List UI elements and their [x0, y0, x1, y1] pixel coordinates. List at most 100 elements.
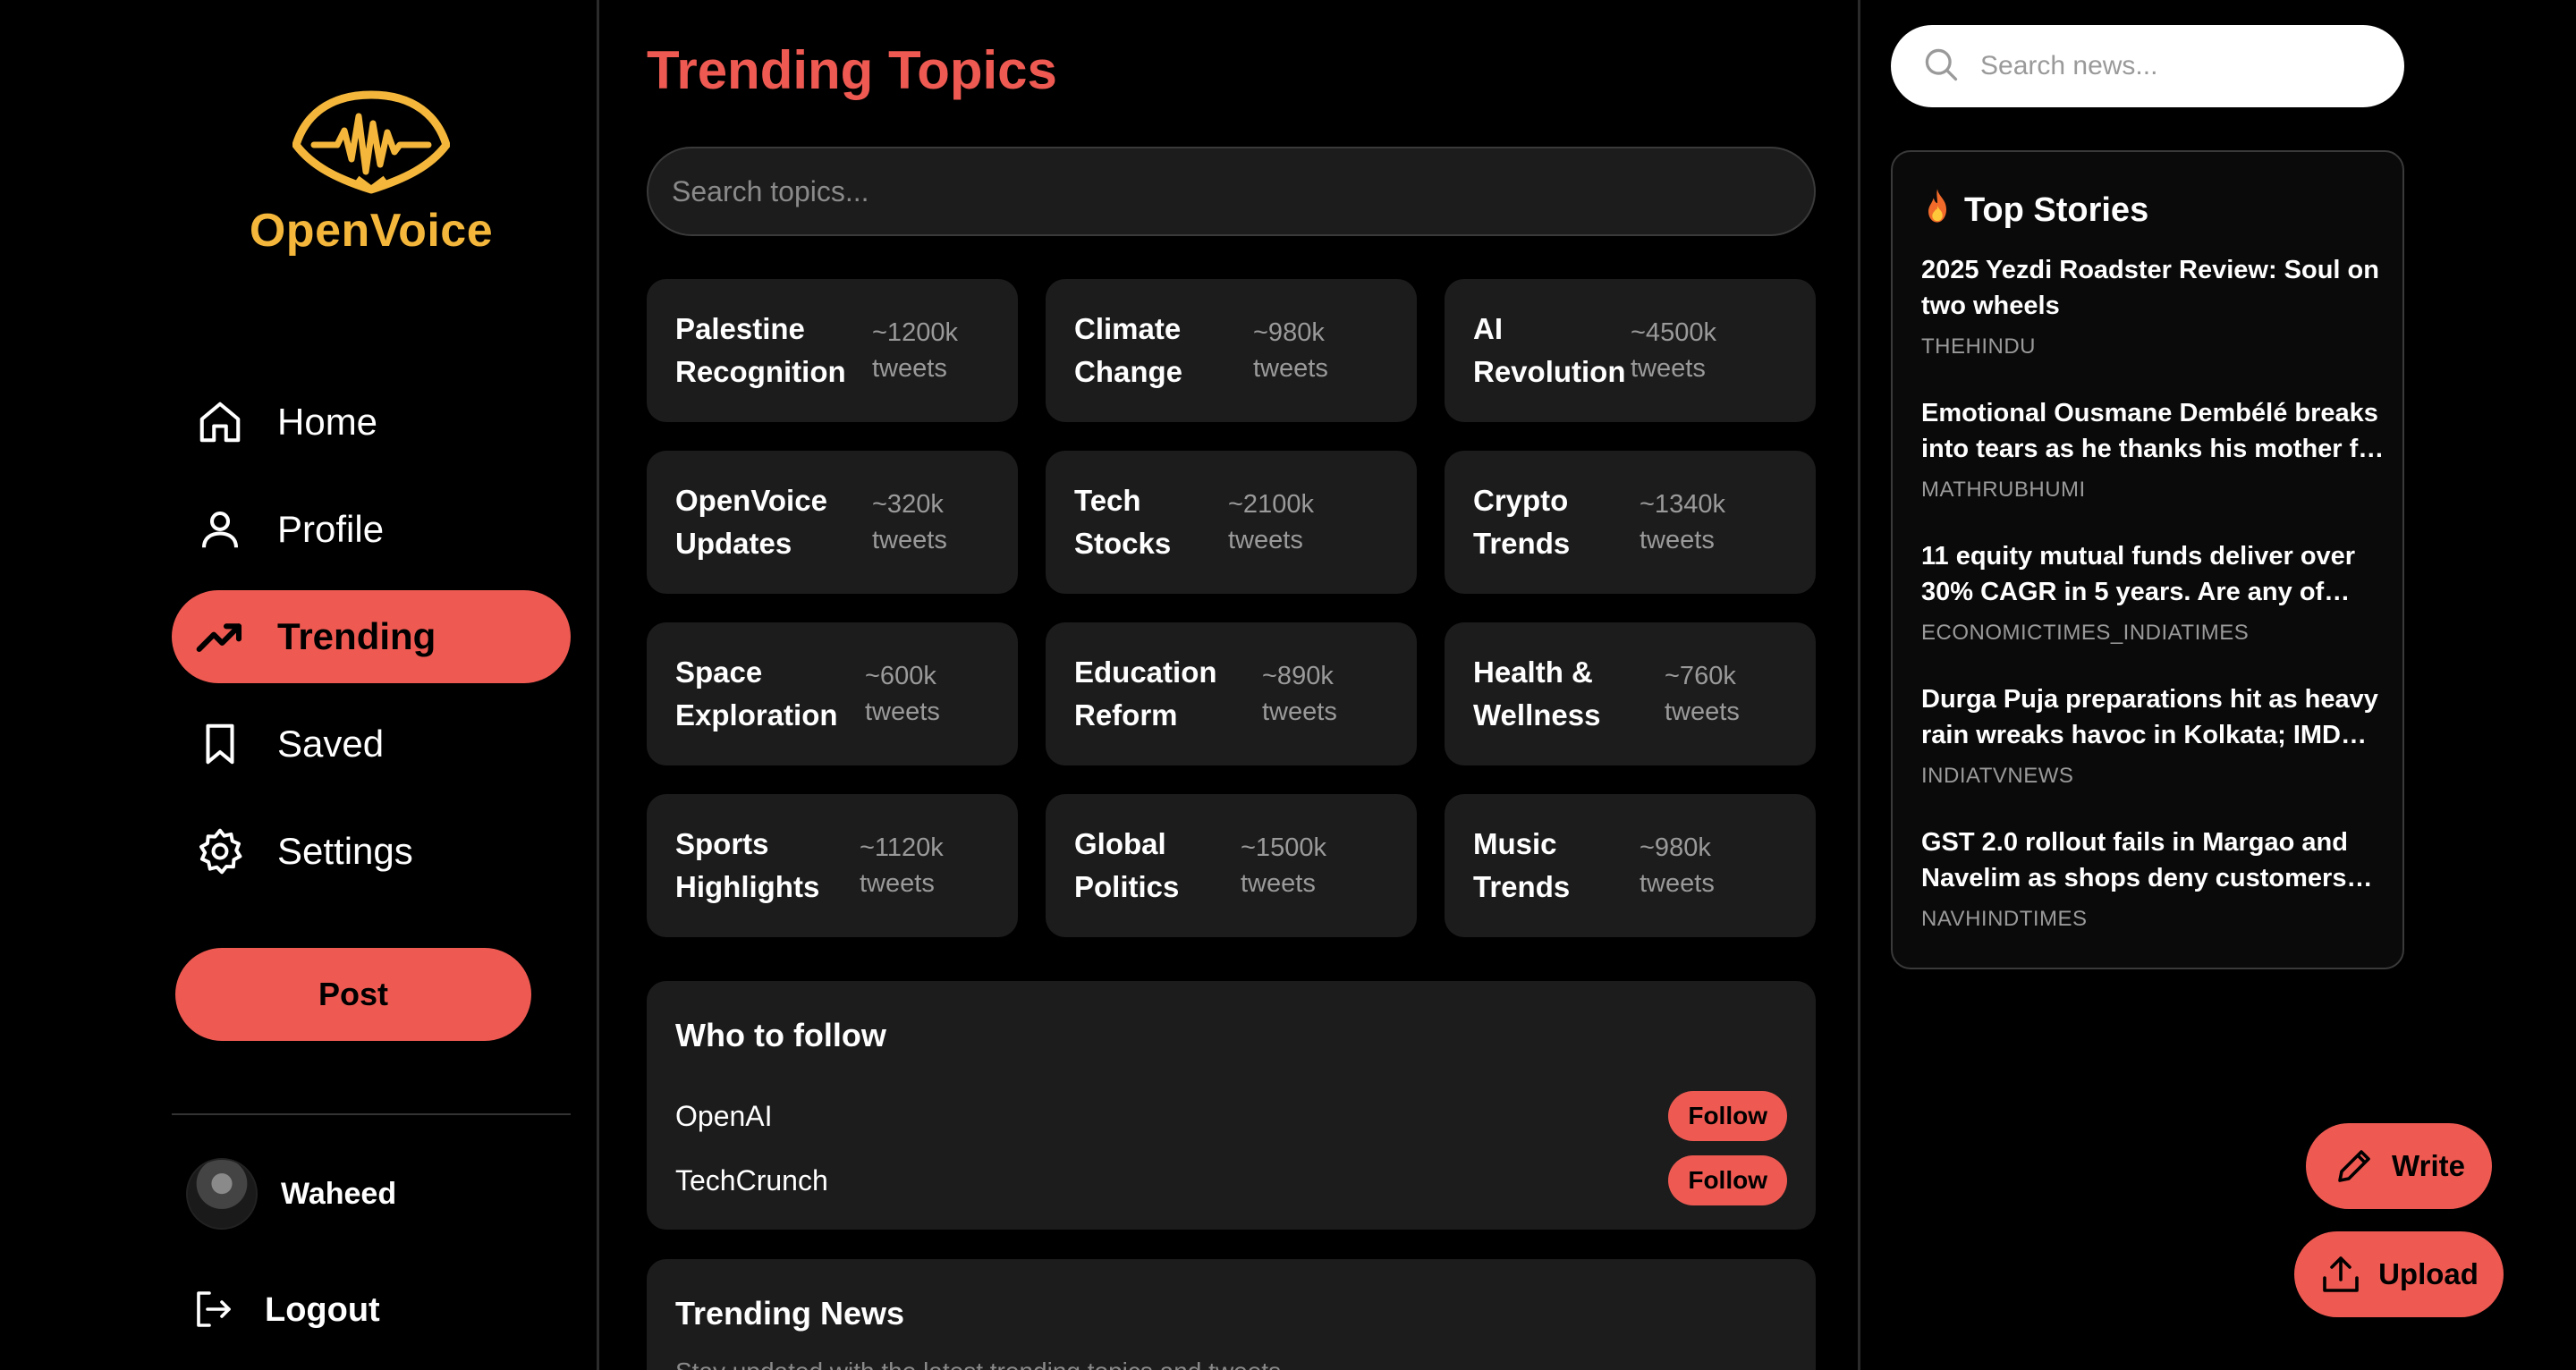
topic-unit: tweets	[872, 526, 947, 554]
topic-name: AI Revolution	[1473, 312, 1626, 388]
topic-stats: ~4500k tweets	[1631, 315, 1716, 386]
topic-count: ~980k	[1253, 318, 1325, 347]
topic-count: ~1200k	[872, 318, 958, 347]
story-item[interactable]: 2025 Yezdi Roadster Review: Soul on two …	[1921, 252, 2386, 359]
nav-item-profile[interactable]: Profile	[172, 483, 571, 576]
topic-card[interactable]: AI Revolution ~4500k tweets	[1445, 279, 1816, 422]
topic-card[interactable]: Global Politics ~1500k tweets	[1046, 794, 1417, 937]
user-name: Waheed	[281, 1176, 397, 1211]
topic-name: Music Trends	[1473, 827, 1571, 903]
avatar	[186, 1158, 258, 1230]
fire-icon	[1921, 188, 1953, 233]
upload-button[interactable]: Upload	[2294, 1231, 2504, 1317]
topic-name: Global Politics	[1074, 827, 1180, 903]
topic-unit: tweets	[1640, 869, 1715, 898]
pencil-icon	[2338, 1150, 2370, 1182]
top-stories-title: Top Stories	[1964, 190, 2149, 229]
story-item[interactable]: Emotional Ousmane Dembélé breaks into te…	[1921, 395, 2386, 503]
trending-icon	[195, 612, 245, 662]
topic-card[interactable]: Climate Change ~980k tweets	[1046, 279, 1417, 422]
top-stories-panel: Top Stories 2025 Yezdi Roadster Review: …	[1891, 150, 2404, 969]
nav-item-saved[interactable]: Saved	[172, 698, 571, 791]
app-root: OpenVoice Home Profile Trending Saved Se…	[0, 0, 2576, 1370]
topic-search-input[interactable]	[647, 147, 1816, 236]
soundwave-logo-icon	[292, 90, 450, 194]
story-source: THEHINDU	[1921, 334, 2036, 359]
news-search-box[interactable]	[1891, 25, 2404, 107]
user-icon	[195, 504, 245, 554]
write-label: Write	[2392, 1149, 2465, 1182]
topic-card[interactable]: Crypto Trends ~1340k tweets	[1445, 451, 1816, 594]
topic-name: Health & Wellness	[1473, 655, 1601, 732]
who-to-follow-title: Who to follow	[675, 1017, 886, 1053]
topic-card[interactable]: Education Reform ~890k tweets	[1046, 622, 1417, 765]
gear-icon	[195, 826, 245, 876]
topic-card[interactable]: OpenVoice Updates ~320k tweets	[647, 451, 1018, 594]
topic-card[interactable]: Health & Wellness ~760k tweets	[1445, 622, 1816, 765]
topic-unit: tweets	[872, 354, 947, 383]
page-title: Trending Topics	[647, 40, 1057, 100]
who-to-follow-panel: Who to follow OpenAI Follow TechCrunch F…	[647, 981, 1816, 1230]
topic-unit: tweets	[1241, 869, 1316, 898]
topic-stats: ~760k tweets	[1665, 658, 1740, 730]
nav-item-home[interactable]: Home	[172, 376, 571, 469]
topic-card[interactable]: Sports Highlights ~1120k tweets	[647, 794, 1018, 937]
topic-stats: ~1340k tweets	[1640, 486, 1725, 558]
topic-name: OpenVoice Updates	[675, 484, 827, 560]
write-button[interactable]: Write	[2306, 1123, 2492, 1209]
topic-unit: tweets	[1665, 698, 1740, 726]
topic-count: ~980k	[1640, 833, 1711, 862]
nav-item-label: Trending	[277, 615, 436, 657]
brand-logo[interactable]: OpenVoice	[242, 89, 501, 258]
nav-item-label: Home	[277, 401, 378, 443]
story-title: GST 2.0 rollout fails in Margao and Nave…	[1921, 828, 2348, 892]
nav-item-settings[interactable]: Settings	[172, 805, 571, 898]
topic-unit: tweets	[1640, 526, 1715, 554]
account-name[interactable]: OpenAI	[675, 1100, 773, 1133]
upload-icon	[2323, 1256, 2359, 1292]
post-button[interactable]: Post	[175, 948, 531, 1041]
sidebar-divider	[172, 1113, 571, 1115]
story-item[interactable]: 11 equity mutual funds deliver over 30% …	[1921, 538, 2386, 646]
topic-card[interactable]: Space Exploration ~600k tweets	[647, 622, 1018, 765]
topic-unit: tweets	[860, 869, 935, 898]
story-title: Emotional Ousmane Dembélé breaks into te…	[1921, 399, 2385, 463]
story-source: MATHRUBHUMI	[1921, 478, 2086, 502]
logout-label: Logout	[265, 1290, 380, 1329]
top-stories-heading: Top Stories	[1921, 188, 2148, 233]
topic-count: ~760k	[1665, 662, 1736, 690]
story-title: 2025 Yezdi Roadster Review: Soul on two …	[1921, 256, 2379, 320]
logout-button[interactable]: Logout	[191, 1288, 380, 1332]
user-profile[interactable]: Waheed	[186, 1158, 396, 1230]
main-nav: Home Profile Trending Saved Settings	[172, 376, 571, 912]
topic-stats: ~1120k tweets	[860, 830, 944, 901]
topic-count: ~1500k	[1241, 833, 1326, 862]
account-name[interactable]: TechCrunch	[675, 1164, 828, 1197]
topic-card[interactable]: Tech Stocks ~2100k tweets	[1046, 451, 1417, 594]
follow-suggestion: OpenAI Follow	[675, 1090, 1787, 1142]
news-search-input[interactable]	[1980, 51, 2374, 81]
logout-icon	[191, 1288, 236, 1332]
topic-stats: ~980k tweets	[1253, 315, 1328, 386]
trending-news-title: Trending News	[675, 1295, 905, 1332]
trending-news-subtitle: Stay updated with the latest trending to…	[675, 1357, 1281, 1370]
upload-label: Upload	[2378, 1257, 2479, 1290]
topic-card[interactable]: Music Trends ~980k tweets	[1445, 794, 1816, 937]
story-title: 11 equity mutual funds deliver over 30% …	[1921, 542, 2356, 606]
topic-card[interactable]: Palestine Recognition ~1200k tweets	[647, 279, 1018, 422]
nav-item-label: Profile	[277, 508, 385, 550]
main-content: Trending Topics Palestine Recognition ~1…	[599, 0, 1860, 1370]
follow-button[interactable]: Follow	[1668, 1155, 1787, 1205]
story-item[interactable]: Durga Puja preparations hit as heavy rai…	[1921, 681, 2386, 789]
brand-name: OpenVoice	[249, 205, 494, 257]
nav-item-trending[interactable]: Trending	[172, 590, 571, 683]
nav-item-label: Saved	[277, 723, 385, 765]
topic-name: Sports Highlights	[675, 827, 820, 903]
follow-button[interactable]: Follow	[1668, 1091, 1787, 1141]
story-item[interactable]: GST 2.0 rollout fails in Margao and Nave…	[1921, 825, 2386, 932]
topic-unit: tweets	[1228, 526, 1303, 554]
topic-unit: tweets	[1262, 698, 1337, 726]
topic-name: Tech Stocks	[1074, 484, 1172, 560]
story-title: Durga Puja preparations hit as heavy rai…	[1921, 685, 2378, 749]
topic-count: ~2100k	[1228, 490, 1314, 519]
